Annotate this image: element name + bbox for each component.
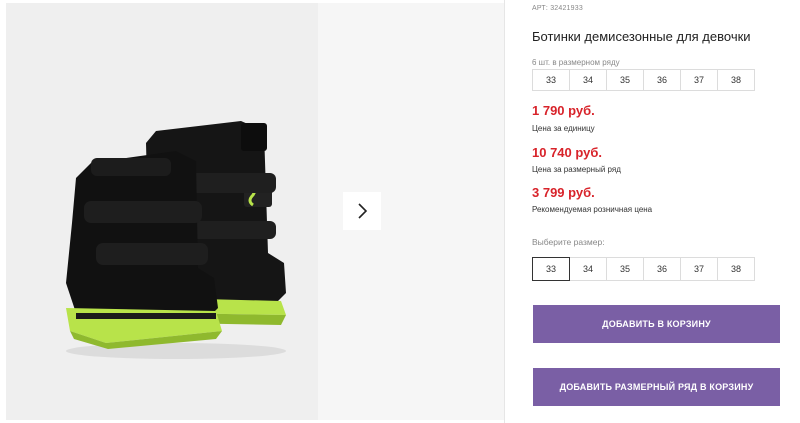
price-unit-note: Цена за единицу bbox=[532, 124, 595, 133]
product-photo-boots bbox=[66, 121, 286, 359]
price-retail: 3 799 руб. bbox=[532, 185, 595, 200]
size-option-34[interactable]: 34 bbox=[569, 257, 607, 281]
panel-divider bbox=[504, 0, 505, 423]
pack-size-cell: 37 bbox=[680, 69, 718, 91]
product-image-main[interactable] bbox=[6, 3, 318, 420]
size-option-35[interactable]: 35 bbox=[606, 257, 644, 281]
product-sku: АРТ: 32421933 bbox=[532, 5, 583, 12]
price-unit: 1 790 руб. bbox=[532, 103, 595, 118]
add-pack-to-cart-button[interactable]: ДОБАВИТЬ РАЗМЕРНЫЙ РЯД В КОРЗИНУ bbox=[533, 368, 780, 406]
pack-size-cell: 35 bbox=[606, 69, 644, 91]
price-pack: 10 740 руб. bbox=[532, 145, 603, 160]
pack-size-label: 6 шт. в размерном ряду bbox=[532, 58, 620, 67]
size-option-36[interactable]: 36 bbox=[643, 257, 681, 281]
pack-size-cell: 36 bbox=[643, 69, 681, 91]
pack-size-grid: 33 34 35 36 37 38 bbox=[532, 69, 755, 91]
product-title: Ботинки демисезонные для девочки bbox=[532, 29, 751, 44]
size-option-33[interactable]: 33 bbox=[532, 257, 570, 281]
pack-size-cell: 38 bbox=[717, 69, 755, 91]
size-selector: 33 34 35 36 37 38 bbox=[532, 257, 755, 281]
price-pack-note: Цена за размерный ряд bbox=[532, 165, 621, 174]
size-option-38[interactable]: 38 bbox=[717, 257, 755, 281]
size-option-37[interactable]: 37 bbox=[680, 257, 718, 281]
chevron-right-icon bbox=[358, 203, 368, 219]
gallery-next-button[interactable] bbox=[343, 192, 381, 230]
pack-size-cell: 34 bbox=[569, 69, 607, 91]
size-select-label: Выберите размер: bbox=[532, 237, 605, 247]
add-to-cart-button[interactable]: ДОБАВИТЬ В КОРЗИНУ bbox=[533, 305, 780, 343]
pack-size-cell: 33 bbox=[532, 69, 570, 91]
price-retail-note: Рекомендуемая розничная цена bbox=[532, 205, 653, 214]
